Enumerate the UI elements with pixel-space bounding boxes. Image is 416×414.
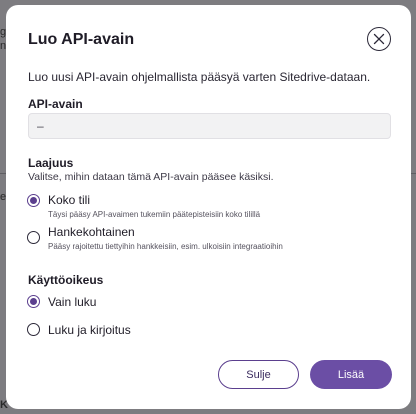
scope-label: Laajuus [28, 156, 74, 170]
scope-option-project-specific[interactable]: Hankekohtainen Pääsy rajoitettu tiettyih… [27, 225, 283, 252]
scope-option-description: Pääsy rajoitettu tiettyihin hankkeisiin,… [48, 242, 283, 251]
permission-option-label: Vain luku [48, 295, 97, 309]
api-key-field[interactable] [28, 113, 391, 139]
permission-option-read-write[interactable]: Luku ja kirjoitus [27, 323, 131, 337]
permission-option-label: Luku ja kirjoitus [48, 323, 131, 337]
dialog-description: Luo uusi API-avain ohjelmallista pääsyä … [28, 70, 371, 84]
close-dialog-button[interactable] [367, 27, 391, 51]
radio-button-checked[interactable] [27, 295, 40, 308]
scope-option-label: Koko tili [48, 193, 91, 207]
radio-button[interactable] [27, 231, 40, 244]
dialog-title: Luo API-avain [28, 31, 135, 48]
scope-help-text: Valitse, mihin dataan tämä API-avain pää… [28, 171, 274, 183]
close-icon [373, 33, 385, 45]
scope-option-description: Täysi pääsy API-avaimen tukemiin päätepi… [48, 210, 261, 219]
close-button[interactable]: Sulje [218, 360, 299, 389]
scope-option-label: Hankekohtainen [48, 225, 135, 239]
radio-button-checked[interactable] [27, 194, 40, 207]
add-button[interactable]: Lisää [310, 360, 392, 389]
scope-option-whole-account[interactable]: Koko tili Täysi pääsy API-avaimen tukemi… [27, 193, 260, 220]
permission-label: Käyttöoikeus [28, 273, 104, 287]
create-api-key-dialog: Luo API-avain Luo uusi API-avain ohjelma… [6, 5, 411, 409]
permission-option-read-only[interactable]: Vain luku [27, 295, 96, 309]
radio-button[interactable] [27, 323, 40, 336]
api-key-label: API-avain [28, 97, 83, 111]
